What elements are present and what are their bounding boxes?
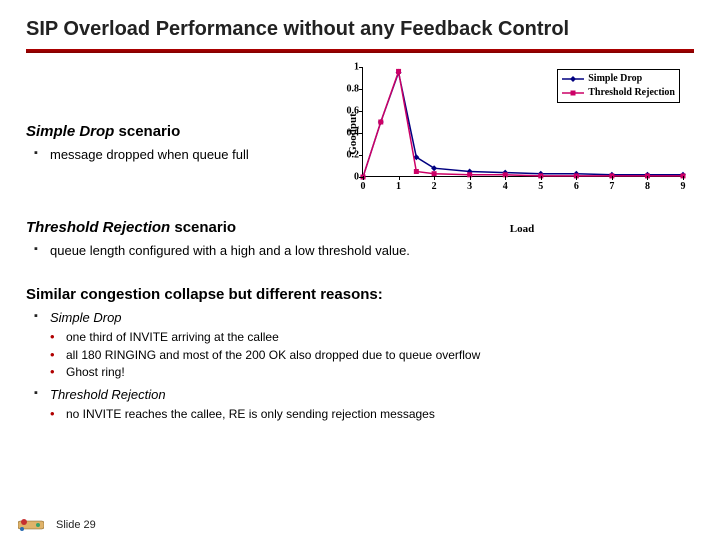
chart-ytick: 1 [335, 62, 359, 73]
chart-xtick: 5 [538, 181, 543, 192]
similar-sd-bullet: all 180 RINGING and most of the 200 OK a… [26, 347, 694, 363]
chart-ytick: 0.6 [335, 106, 359, 117]
similar-tr-bullet: no INVITE reaches the callee, RE is only… [26, 406, 694, 422]
goodput-chart: Goodput Simple DropThreshold Rejection 0… [338, 63, 694, 205]
page-title: SIP Overload Performance without any Fee… [26, 18, 694, 49]
similar-sd-bullet: Ghost ring! [26, 364, 694, 380]
legend-entry: Threshold Rejection [562, 86, 675, 100]
similar-tr-heading: Threshold Rejection [26, 386, 694, 404]
chart-xtick: 9 [681, 181, 686, 192]
scenario2-bullet: queue length configured with a high and … [26, 242, 694, 260]
logo-icon [18, 518, 44, 532]
chart-xtick: 7 [609, 181, 614, 192]
similar-sd-heading: Simple Drop [26, 309, 694, 327]
title-rule [26, 49, 694, 53]
chart-ytick: 0.8 [335, 84, 359, 95]
chart-ytick: 0.2 [335, 150, 359, 161]
chart-xlabel: Load [510, 223, 534, 235]
legend-entry: Simple Drop [562, 72, 675, 86]
similar-heading: Similar congestion collapse but differen… [26, 286, 694, 303]
chart-xtick: 1 [396, 181, 401, 192]
slide-number: Slide 29 [56, 519, 96, 531]
similar-sd-bullet: one third of INVITE arriving at the call… [26, 329, 694, 345]
chart-ytick: 0.4 [335, 128, 359, 139]
chart-xtick: 6 [574, 181, 579, 192]
chart-legend: Simple DropThreshold Rejection [557, 69, 680, 103]
scenario1-bullet: message dropped when queue full [26, 146, 332, 164]
chart-ytick: 0 [335, 172, 359, 183]
chart-xtick: 4 [503, 181, 508, 192]
chart-xtick: 8 [645, 181, 650, 192]
scenario1-heading: Simple Drop scenario [26, 123, 332, 140]
chart-xtick: 3 [467, 181, 472, 192]
chart-xtick: 2 [432, 181, 437, 192]
chart-xtick: 0 [361, 181, 366, 192]
scenario2-heading: Threshold Rejection scenario [26, 219, 694, 236]
